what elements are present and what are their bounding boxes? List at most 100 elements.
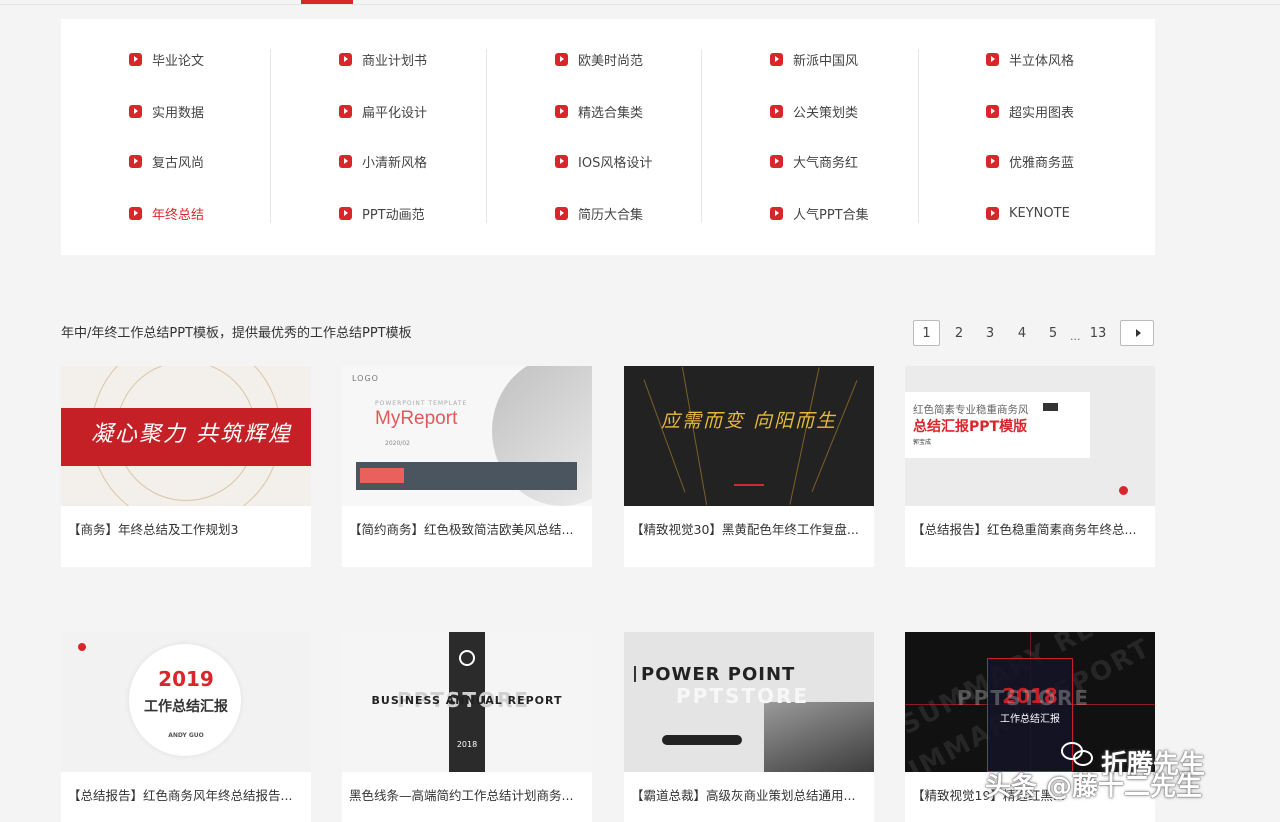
page-1-button[interactable]: 1 (913, 320, 940, 346)
category-divider (486, 49, 487, 223)
category-link[interactable]: 新派中国风 (770, 49, 858, 69)
play-icon (129, 52, 142, 66)
category-link[interactable]: 超实用图表 (986, 101, 1074, 121)
play-icon (555, 104, 568, 118)
template-card[interactable]: 凝心聚力 共筑辉煌 【商务】年终总结及工作规划3 (61, 366, 311, 567)
category-label: 半立体风格 (1009, 53, 1075, 69)
template-card[interactable]: 红色简素专业稳重商务风 总结汇报PPT模版 郭宝成 【总结报告】红色稳重简素商务… (905, 366, 1155, 567)
category-label: 新派中国风 (793, 53, 859, 69)
category-link[interactable]: 人气PPT合集 (770, 203, 869, 223)
category-label: 毕业论文 (152, 53, 205, 69)
card-title[interactable]: 【简约商务】红色极致简洁欧美风总结... (349, 519, 589, 538)
template-card[interactable]: LOGO POWERPOINT TEMPLATE MyReport 2020/0… (342, 366, 592, 567)
category-link[interactable]: 毕业论文 (129, 49, 204, 69)
page-4-button[interactable]: 4 (1016, 320, 1028, 346)
card-title[interactable]: 【商务】年终总结及工作规划3 (68, 519, 308, 538)
template-card[interactable]: POWER POINT PPTSTORE 【霸道总裁】高级灰商业策划总结通用..… (624, 632, 874, 822)
top-nav-active-indicator (301, 0, 353, 4)
category-link[interactable]: KEYNOTE (986, 203, 1070, 223)
section-title: 年中/年终工作总结PPT模板，提供最优秀的工作总结PPT模板 (61, 326, 412, 341)
template-card[interactable]: 应需而变 向阳而生 【精致视觉30】黑黄配色年终工作复盘... (624, 366, 874, 567)
watermark-source: 头条 @藤十二先生 (985, 772, 1203, 802)
category-label: 大气商务红 (793, 155, 859, 171)
category-panel: 毕业论文实用数据复古风尚年终总结 商业计划书扁平化设计小清新风格 PPT动画范 欧美时… (61, 19, 1155, 255)
category-divider (701, 49, 702, 223)
template-thumbnail: 2019 工作总结汇报 ANDY GUO (61, 632, 311, 772)
thumbnail-headline: 应需而变 向阳而生 (660, 410, 838, 432)
play-icon (555, 52, 568, 66)
category-label: 年终总结 (152, 207, 205, 223)
template-card[interactable]: 2019 工作总结汇报 ANDY GUO 【总结报告】红色商务风年终总结报告..… (61, 632, 311, 822)
play-icon (129, 104, 142, 118)
pagination-ellipsis: ... (1070, 330, 1081, 343)
play-icon (555, 206, 568, 220)
card-title[interactable]: 【总结报告】红色稳重简素商务年终总... (912, 519, 1152, 538)
page-2-button[interactable]: 2 (953, 320, 965, 346)
play-icon (129, 206, 142, 220)
category-label: PPT动画范 (362, 207, 425, 223)
category-label: IOS风格设计 (578, 155, 653, 171)
pen-icon (459, 650, 475, 666)
category-link[interactable]: 扁平化设计 (339, 101, 427, 121)
category-link[interactable]: 小清新风格 (339, 151, 427, 171)
play-icon (339, 52, 352, 66)
template-thumbnail: 应需而变 向阳而生 (624, 366, 874, 506)
play-icon (770, 206, 783, 220)
page-3-button[interactable]: 3 (984, 320, 996, 346)
template-thumbnail: PPTSTORE BUSINESS ANNUAL REPORT 2018 (342, 632, 592, 772)
top-nav-border (0, 0, 1280, 5)
next-page-button[interactable] (1120, 320, 1154, 346)
category-link[interactable]: IOS风格设计 (555, 151, 652, 171)
thumbnail-headline: 工作总结汇报 (144, 699, 228, 715)
card-title[interactable]: 黑色线条—高端简约工作总结计划商务... (349, 785, 589, 804)
category-link[interactable]: 大气商务红 (770, 151, 858, 171)
category-label: 人气PPT合集 (793, 207, 869, 223)
category-label: 超实用图表 (1009, 105, 1075, 121)
category-label: 公关策划类 (793, 105, 859, 121)
category-label: 扁平化设计 (362, 105, 428, 121)
category-link[interactable]: 简历大合集 (555, 203, 643, 223)
page-5-button[interactable]: 5 (1047, 320, 1059, 346)
thumbnail-headline: 凝心聚力 共筑辉煌 (91, 422, 292, 447)
category-link[interactable]: 优雅商务蓝 (986, 151, 1074, 171)
template-thumbnail: POWER POINT PPTSTORE (624, 632, 874, 772)
card-title[interactable]: 【总结报告】红色商务风年终总结报告... (68, 785, 308, 804)
template-thumbnail: 红色简素专业稳重商务风 总结汇报PPT模版 郭宝成 (905, 366, 1155, 506)
thumbnail-headline: BUSINESS ANNUAL REPORT (371, 694, 563, 707)
play-icon (129, 154, 142, 168)
thumbnail-headline: 工作总结汇报 (1000, 714, 1060, 725)
play-icon (986, 206, 999, 220)
template-thumbnail: LOGO POWERPOINT TEMPLATE MyReport 2020/0… (342, 366, 592, 506)
page-last-button[interactable]: 13 (1088, 320, 1108, 346)
category-label: 商业计划书 (362, 53, 428, 69)
category-label: 实用数据 (152, 105, 205, 121)
category-link[interactable]: 实用数据 (129, 101, 204, 121)
category-link[interactable]: 半立体风格 (986, 49, 1074, 69)
thumbnail-headline: POWER POINT (641, 664, 796, 685)
template-thumbnail: 凝心聚力 共筑辉煌 (61, 366, 311, 506)
watermark-overlay: 折腾先生 头条 @藤十二先生 (985, 742, 1275, 812)
card-title[interactable]: 【霸道总裁】高级灰商业策划总结通用... (631, 785, 871, 804)
play-icon (986, 154, 999, 168)
category-label: 欧美时尚范 (578, 53, 644, 69)
play-icon (555, 154, 568, 168)
brand-logo-icon (78, 643, 86, 651)
category-label: 简历大合集 (578, 207, 644, 223)
play-icon (770, 104, 783, 118)
play-icon (339, 154, 352, 168)
category-label: 优雅商务蓝 (1009, 155, 1075, 171)
card-title[interactable]: 【精致视觉30】黑黄配色年终工作复盘... (631, 519, 871, 538)
play-icon (339, 104, 352, 118)
category-link[interactable]: PPT动画范 (339, 203, 425, 223)
category-link[interactable]: 商业计划书 (339, 49, 427, 69)
category-link[interactable]: 公关策划类 (770, 101, 858, 121)
category-link[interactable]: 精选合集类 (555, 101, 643, 121)
thumbnail-headline: 总结汇报PPT模版 (913, 419, 1028, 435)
template-card[interactable]: PPTSTORE BUSINESS ANNUAL REPORT 2018 黑色线… (342, 632, 592, 822)
category-link[interactable]: 复古风尚 (129, 151, 204, 171)
play-icon (986, 104, 999, 118)
category-link[interactable]: 欧美时尚范 (555, 49, 643, 69)
thumbnail-headline: MyReport (375, 408, 458, 429)
category-divider (270, 49, 271, 223)
category-link[interactable]: 年终总结 (129, 203, 204, 223)
